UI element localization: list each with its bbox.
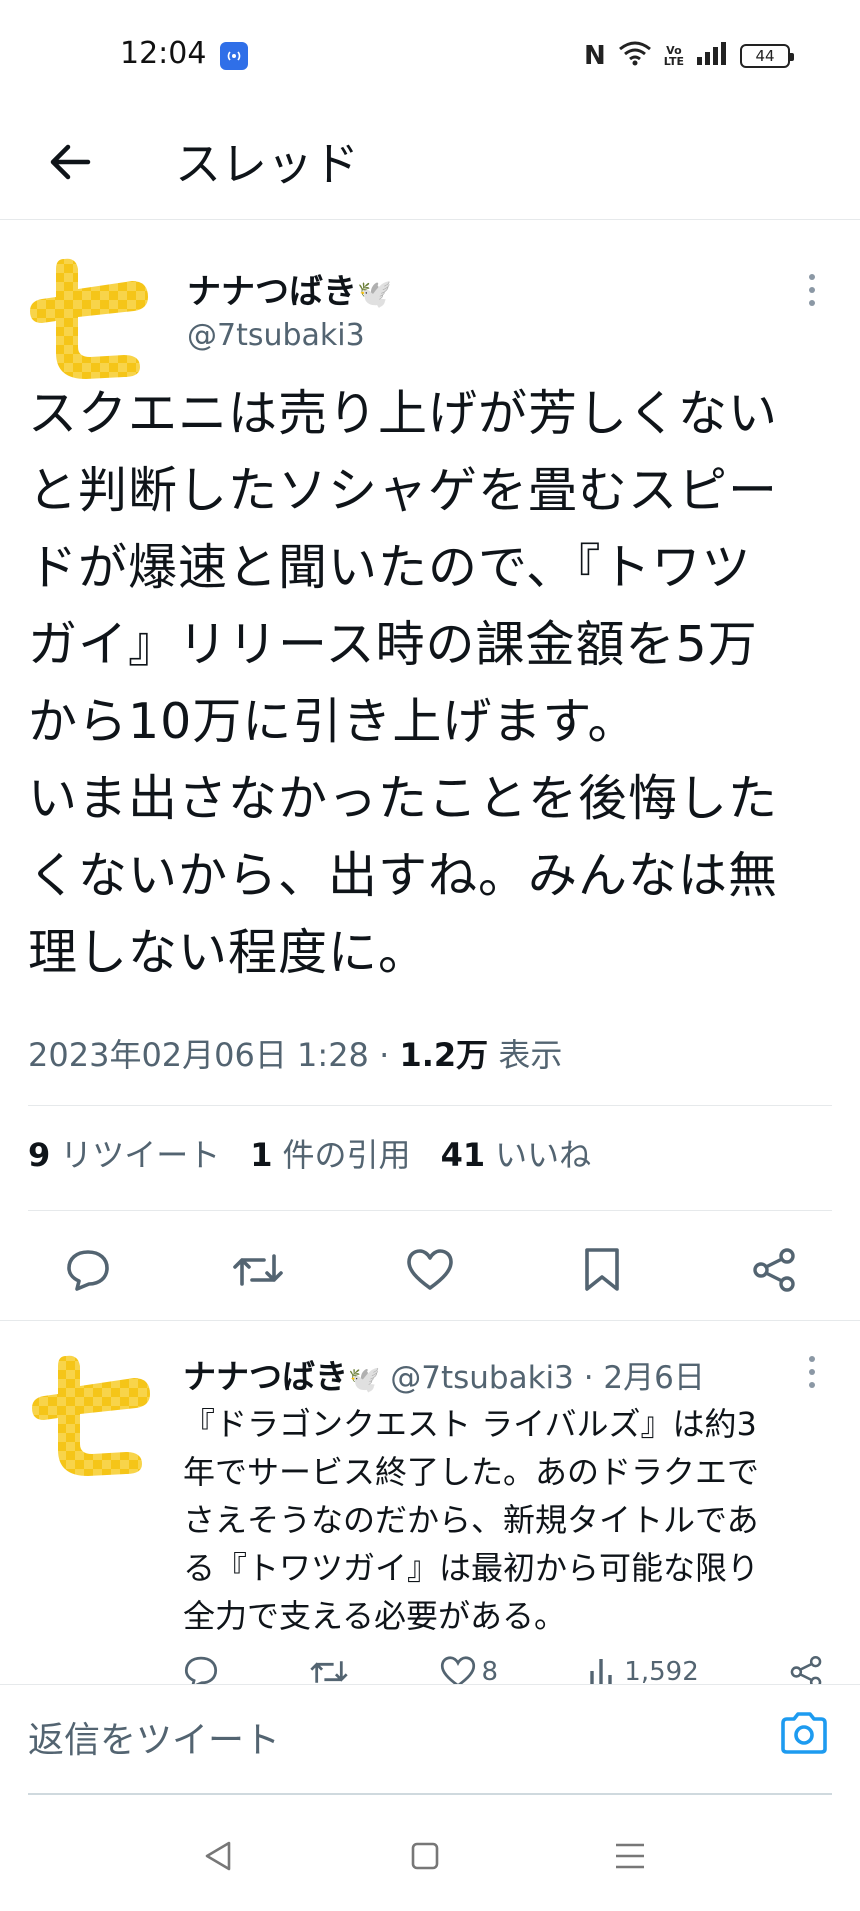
- nav-menu-button[interactable]: [610, 1836, 650, 1876]
- tweet-date: 2023年02月06日 1:28: [28, 1036, 369, 1074]
- quotes-stat[interactable]: 1 件の引用: [250, 1130, 410, 1176]
- reply-more-options-button[interactable]: [794, 1352, 830, 1392]
- author-name[interactable]: ナナつばき🕊️: [187, 264, 392, 313]
- thread-header: スレッド: [0, 110, 860, 220]
- signal-icon: [696, 41, 728, 71]
- reply-views-count: 1,592: [624, 1657, 699, 1687]
- reply-author-name: ナナつばき: [183, 1357, 348, 1396]
- tweet-text: スクエニは売り上げが芳しくない と判断したソシャゲを畳むスピー ドが爆速と聞いた…: [28, 385, 779, 981]
- hotspot-icon: [220, 42, 248, 70]
- camera-button[interactable]: [776, 1705, 832, 1761]
- divider: [0, 1320, 860, 1321]
- like-button[interactable]: [402, 1242, 458, 1298]
- back-button[interactable]: [40, 132, 100, 192]
- battery-icon: 44: [740, 44, 794, 68]
- author-handle[interactable]: @7tsubaki3: [187, 318, 365, 353]
- status-icons: N Vo LTE 44: [584, 40, 794, 72]
- page-title: スレッド: [175, 137, 359, 191]
- reply-input[interactable]: 返信をツイート: [28, 1711, 280, 1763]
- bookmark-icon: [585, 1248, 619, 1291]
- share-icon: [753, 1248, 795, 1292]
- likes-stat[interactable]: 41 いいね: [441, 1130, 592, 1176]
- nfc-icon: N: [584, 41, 606, 71]
- wifi-icon: [618, 40, 652, 72]
- dove-emoji: 🕊️: [348, 1365, 381, 1395]
- avatar[interactable]: [28, 255, 152, 379]
- dove-emoji: 🕊️: [357, 277, 392, 310]
- reply-header[interactable]: ナナつばき🕊️ @7tsubaki3 · 2月6日: [183, 1350, 705, 1398]
- arrow-left-icon: [50, 144, 91, 180]
- status-bar: 12:04 N Vo LTE 44: [0, 0, 860, 110]
- reply-compose-bar: 返信をツイート: [0, 1684, 860, 1796]
- more-options-button[interactable]: [794, 270, 830, 310]
- camera-icon: [781, 1712, 827, 1754]
- retweets-stat[interactable]: 9 リツイート: [28, 1130, 220, 1176]
- divider: [28, 1210, 832, 1211]
- share-button[interactable]: [746, 1242, 802, 1298]
- bookmark-button[interactable]: [574, 1242, 630, 1298]
- heart-icon: [407, 1249, 453, 1290]
- status-time: 12:04: [120, 36, 207, 71]
- tweet-stats: 9 リツイート 1 件の引用 41 いいね: [28, 1130, 591, 1176]
- menu-icon: [616, 1843, 644, 1869]
- nav-home-button[interactable]: [405, 1836, 445, 1876]
- reply-avatar[interactable]: [30, 1352, 154, 1476]
- volte-icon: Vo LTE: [663, 44, 684, 68]
- compose-underline: [28, 1793, 832, 1795]
- more-vertical-icon: [809, 274, 815, 280]
- square-home-icon: [411, 1842, 439, 1870]
- author-display-name: ナナつばき: [187, 272, 357, 312]
- views-count: 1.2万: [399, 1036, 489, 1074]
- tweet-meta: 2023年02月06日 1:28 · 1.2万 表示: [28, 1030, 562, 1076]
- reply-text: 『ドラゴンクエスト ライバルズ』は約3 年でサービス終了した。あのドラクエで さ…: [183, 1405, 760, 1635]
- triangle-back-icon: [205, 1841, 231, 1871]
- nav-back-button[interactable]: [198, 1836, 238, 1876]
- reply-button[interactable]: [60, 1242, 116, 1298]
- comment-icon: [67, 1250, 109, 1291]
- meta-separator: ·: [368, 1036, 400, 1074]
- reply-likes-count: 8: [481, 1657, 499, 1687]
- views-label: 表示: [498, 1036, 563, 1074]
- system-navigation-bar: [0, 1796, 860, 1911]
- more-vertical-icon: [809, 1356, 815, 1362]
- reply-handle-date: @7tsubaki3 · 2月6日: [380, 1360, 705, 1396]
- retweet-button[interactable]: [230, 1242, 286, 1298]
- retweet-icon: [233, 1254, 283, 1286]
- divider: [28, 1105, 832, 1106]
